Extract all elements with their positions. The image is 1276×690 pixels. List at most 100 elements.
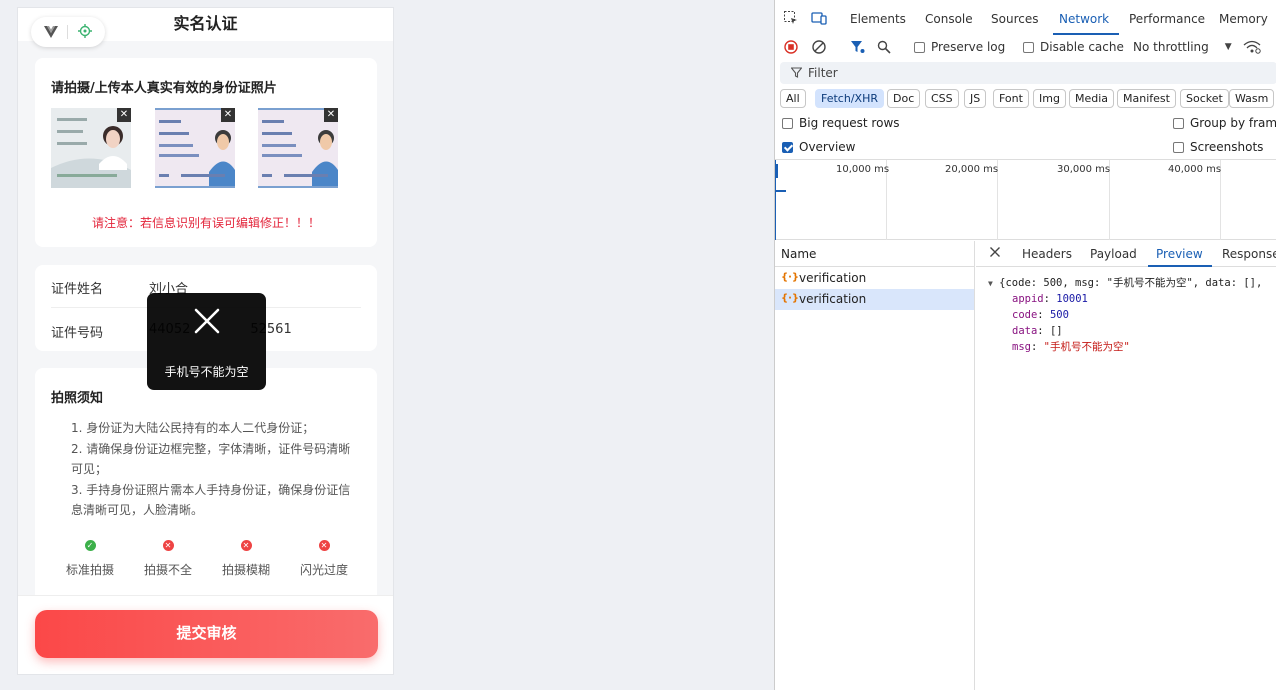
type-filter-manifest[interactable]: Manifest <box>1117 89 1176 108</box>
type-filter-all[interactable]: All <box>780 89 806 108</box>
checkbox-box <box>1023 41 1034 53</box>
tab-performance[interactable]: Performance <box>1129 12 1205 26</box>
overview-label: Overview <box>799 140 856 154</box>
guide-rule: 1. 身份证为大陆公民持有的本人二代身份证； <box>71 421 315 435</box>
id-number-label: 证件号码 <box>51 326 104 341</box>
type-filter-doc[interactable]: Doc <box>887 89 921 108</box>
xhr-icon: {·} <box>781 272 800 283</box>
error-icon: ✕ <box>240 540 252 551</box>
json-summary[interactable]: ▼ {code: 500, msg: "手机号不能为空", data: [], <box>988 275 1262 292</box>
checkbox-box-checked <box>782 141 793 153</box>
close-icon[interactable] <box>989 246 1001 261</box>
json-value: "手机号不能为空" <box>1043 341 1130 353</box>
tab-payload[interactable]: Payload <box>1090 247 1137 261</box>
delete-photo-icon[interactable]: ✕ <box>117 108 131 122</box>
vue-logo-icon[interactable] <box>43 23 58 42</box>
toast-message: 手机号不能为空 <box>164 365 249 379</box>
name-header-label: Name <box>781 247 817 261</box>
request-name: verification <box>799 271 867 285</box>
record-stop-icon[interactable] <box>784 40 798 54</box>
request-detail: Headers Payload Preview Response ▼ {code… <box>976 241 1276 690</box>
id-photo-back[interactable]: ✕ <box>155 108 235 188</box>
big-request-rows-checkbox[interactable]: Big request rows <box>782 116 900 130</box>
expand-triangle-icon[interactable]: ▼ <box>988 279 993 288</box>
type-filter-media[interactable]: Media <box>1069 89 1115 108</box>
checkbox-box <box>1173 141 1184 153</box>
delete-photo-icon[interactable]: ✕ <box>221 108 235 122</box>
crosshair-icon[interactable] <box>78 23 93 42</box>
tab-memory[interactable]: Memory <box>1219 12 1268 26</box>
photo-guide-card: 拍照须知 1. 身份证为大陆公民持有的本人二代身份证； 2. 请确保身份证边框完… <box>35 368 377 608</box>
id-upload-card: 请拍摄/上传本人真实有效的身份证照片 ✕ ✕ ✕ 请注意：若信息识别有误可编辑修… <box>35 58 377 247</box>
submit-review-button[interactable]: 提交审核 <box>35 610 378 658</box>
json-row: data: [] <box>1012 325 1063 337</box>
overview-tick: 40,000 ms <box>1168 164 1222 175</box>
example-standard: ✓ 标准拍摄 <box>55 540 125 578</box>
group-by-frame-checkbox[interactable]: Group by frame <box>1173 116 1276 130</box>
checkbox-box <box>914 41 925 53</box>
group-by-frame-label: Group by frame <box>1190 116 1276 130</box>
active-tab-indicator <box>1053 33 1119 35</box>
request-row-selected[interactable]: {·} verification <box>775 289 974 310</box>
type-filter-font[interactable]: Font <box>993 89 1029 108</box>
guide-rule: 3. 手持身份证照片需本人手持身份证，确保身份证信息清晰可见，人脸清晰。 <box>71 483 351 517</box>
json-row: code: 500 <box>1012 309 1069 321</box>
upload-heading: 请拍摄/上传本人真实有效的身份证照片 <box>51 81 277 96</box>
filter-icon[interactable] <box>850 40 865 54</box>
device-toolbar-icon[interactable] <box>811 10 827 26</box>
vue-devtools-pill[interactable] <box>31 17 105 47</box>
overview-tick: 10,000 ms <box>836 164 890 175</box>
guide-title: 拍照须知 <box>51 391 104 406</box>
tab-preview[interactable]: Preview <box>1156 247 1203 261</box>
json-key: msg <box>1012 341 1031 353</box>
disable-cache-checkbox[interactable]: Disable cache <box>1023 40 1124 54</box>
json-key: code <box>1012 309 1038 321</box>
network-conditions-icon[interactable] <box>1243 40 1261 54</box>
preserve-log-label: Preserve log <box>931 40 1006 54</box>
network-overview[interactable]: 10,000 ms 20,000 ms 30,000 ms 40,000 ms <box>775 159 1276 240</box>
inspect-element-icon[interactable] <box>783 10 799 26</box>
overview-cursor <box>775 160 776 240</box>
chevron-down-icon: ▼ <box>1224 42 1232 52</box>
type-filter-socket[interactable]: Socket <box>1180 89 1229 108</box>
request-row[interactable]: {·} verification <box>775 268 974 289</box>
name-column-header[interactable]: Name <box>775 241 974 267</box>
preserve-log-checkbox[interactable]: Preserve log <box>914 40 1005 54</box>
screenshots-checkbox[interactable]: Screenshots <box>1173 140 1263 154</box>
json-summary-text: {code: 500, msg: "手机号不能为空", data: [], <box>999 277 1263 289</box>
type-filter-fetch-xhr[interactable]: Fetch/XHR <box>815 89 884 108</box>
filter-input[interactable]: Filter <box>780 62 1276 84</box>
tab-response[interactable]: Response <box>1222 247 1276 261</box>
tab-headers[interactable]: Headers <box>1022 247 1072 261</box>
guide-rule: 2. 请确保身份证边框完整，字体清晰，证件号码清晰可见； <box>71 442 351 476</box>
tab-console[interactable]: Console <box>925 12 973 26</box>
json-value: 500 <box>1049 309 1069 321</box>
overview-tick: 20,000 ms <box>945 164 999 175</box>
checkbox-box <box>1173 117 1184 129</box>
search-icon[interactable] <box>877 40 891 54</box>
json-row: appid: 10001 <box>1012 293 1088 305</box>
type-filter-js[interactable]: JS <box>964 89 987 108</box>
overview-checkbox[interactable]: Overview <box>782 140 856 154</box>
xhr-icon: {·} <box>781 293 800 304</box>
check-icon: ✓ <box>84 540 96 551</box>
id-photo-handheld[interactable]: ✕ <box>258 108 338 188</box>
tab-elements[interactable]: Elements <box>850 12 906 26</box>
id-photo-front[interactable]: ✕ <box>51 108 131 188</box>
filter-placeholder: Filter <box>808 66 838 80</box>
type-filter-css[interactable]: CSS <box>925 89 959 108</box>
close-icon <box>147 307 266 339</box>
filter-funnel-icon <box>790 67 803 81</box>
tab-network[interactable]: Network <box>1059 12 1109 26</box>
bottom-action-bar: 提交审核 <box>18 595 393 674</box>
throttling-select[interactable]: No throttling ▼ <box>1133 40 1232 54</box>
type-filter-img[interactable]: Img <box>1033 89 1066 108</box>
big-request-rows-label: Big request rows <box>799 116 900 130</box>
overview-tick: 30,000 ms <box>1057 164 1111 175</box>
json-value: [] <box>1049 325 1063 337</box>
delete-photo-icon[interactable]: ✕ <box>324 108 338 122</box>
tab-sources[interactable]: Sources <box>991 12 1038 26</box>
type-filter-wasm[interactable]: Wasm <box>1229 89 1275 108</box>
clear-log-icon[interactable] <box>812 40 826 54</box>
edit-notice: 请注意：若信息识别有误可编辑修正！！！ <box>91 216 320 230</box>
